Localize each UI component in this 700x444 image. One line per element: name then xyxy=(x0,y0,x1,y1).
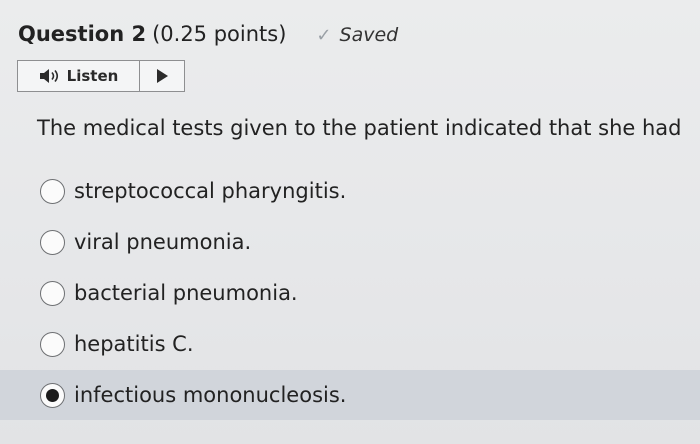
radio-button-selected[interactable] xyxy=(40,382,65,408)
answer-option[interactable]: viral pneumonia. xyxy=(0,217,700,267)
listen-control: Listen xyxy=(17,60,185,92)
question-title: Question 2 xyxy=(18,22,147,46)
answer-option[interactable]: hepatitis C. xyxy=(0,319,700,369)
question-header: Question 2 (0.25 points) ✓ Saved xyxy=(18,22,398,46)
radio-button[interactable] xyxy=(40,280,65,306)
radio-dot xyxy=(46,388,59,402)
answer-label: viral pneumonia. xyxy=(74,230,252,254)
saved-status: ✓ Saved xyxy=(316,24,398,46)
quiz-page: Question 2 (0.25 points) ✓ Saved Listen … xyxy=(0,0,700,444)
answer-label: hepatitis C. xyxy=(74,332,194,356)
answer-label: bacterial pneumonia. xyxy=(74,281,298,305)
listen-button[interactable]: Listen xyxy=(18,61,140,91)
question-points: (0.25 points) xyxy=(152,22,287,46)
radio-button[interactable] xyxy=(40,229,65,255)
answer-label: infectious mononucleosis. xyxy=(74,383,347,407)
answer-option-selected[interactable]: infectious mononucleosis. xyxy=(0,370,700,420)
question-text: The medical tests given to the patient i… xyxy=(37,116,682,140)
speaker-icon xyxy=(39,68,61,84)
answer-option[interactable]: bacterial pneumonia. xyxy=(0,268,700,318)
saved-label: Saved xyxy=(339,24,399,46)
radio-button[interactable] xyxy=(40,178,65,204)
play-button[interactable] xyxy=(140,61,184,91)
play-icon xyxy=(156,69,168,83)
answer-option[interactable]: streptococcal pharyngitis. xyxy=(0,166,700,216)
answer-label: streptococcal pharyngitis. xyxy=(74,179,347,203)
radio-button[interactable] xyxy=(40,331,65,357)
listen-label: Listen xyxy=(66,67,119,85)
checkmark-icon: ✓ xyxy=(316,25,332,46)
